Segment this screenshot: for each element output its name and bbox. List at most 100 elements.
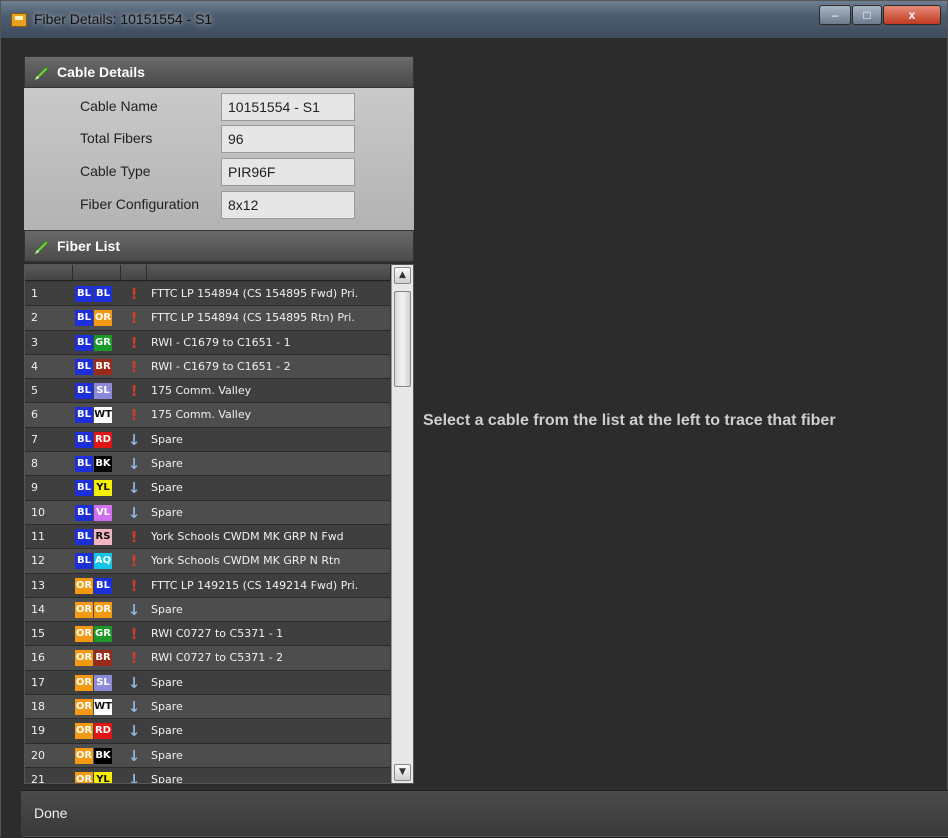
fiber-description: Spare (151, 772, 183, 784)
fiber-row[interactable]: 3 BL GR! RWI - C1679 to C1651 - 1 (25, 330, 390, 355)
fiber-color-chip: GR (94, 334, 112, 351)
tube-color-chip: BL (75, 286, 93, 302)
scroll-thumb[interactable] (394, 291, 411, 387)
fiber-color-chips: BL RD (75, 431, 113, 448)
fiber-color-chip: BL (94, 286, 112, 302)
scroll-down-button[interactable]: ▼ (394, 764, 411, 781)
column-header-number[interactable] (25, 265, 73, 281)
fiber-list-grid[interactable]: 1 BL BL! FTTC LP 154894 (CS 154895 Fwd) Pri… (24, 264, 414, 784)
close-button[interactable]: x (883, 5, 941, 25)
fiber-row[interactable]: 18 OR WT ↓ Spare (25, 695, 390, 720)
fiber-configuration-field[interactable]: 8x12 (221, 191, 355, 219)
fiber-row[interactable]: 7 BL RD ↓ Spare (25, 427, 390, 453)
tube-color-chip: OR (75, 699, 93, 716)
scroll-up-button[interactable]: ▲ (394, 267, 411, 284)
fiber-row[interactable]: 6 BL WT! 175 Comm. Valley (25, 403, 390, 428)
tube-color-chip: OR (75, 747, 93, 764)
down-arrow-icon: ↓ (127, 673, 141, 692)
column-header-colors[interactable] (73, 265, 121, 281)
fiber-row[interactable]: 20 OR BK ↓ Spare (25, 743, 390, 768)
tube-color-chip: BL (75, 553, 93, 570)
fiber-color-chip: BL (94, 577, 112, 594)
fiber-row[interactable]: 2 BL OR! FTTC LP 154894 (CS 154895 Rtn) Pri… (25, 306, 390, 331)
fiber-row[interactable]: 15 OR GR! RWI C0727 to C5371 - 1 (25, 622, 390, 647)
fiber-number: 17 (31, 675, 45, 689)
pin-icon: ! (130, 552, 138, 571)
fiber-number: 9 (31, 481, 38, 495)
pin-icon: ! (130, 309, 138, 328)
fiber-row[interactable]: 8 BL BK ↓ Spare (25, 452, 390, 477)
fiber-list-header: Fiber List (24, 230, 414, 262)
fiber-color-chips: OR BK (75, 747, 113, 764)
fiber-row[interactable]: 14 OR OR ↓ Spare (25, 597, 390, 623)
fiber-description: Spare (151, 724, 183, 738)
pin-icon: ! (130, 357, 138, 376)
fiber-row[interactable]: 5 BL SL! 175 Comm. Valley (25, 379, 390, 404)
tube-color-chip: OR (75, 723, 93, 740)
minimize-button[interactable]: – (819, 5, 851, 25)
fiber-color-chip: BK (94, 456, 112, 473)
fiber-number: 21 (31, 772, 45, 784)
fiber-color-chip: OR (94, 601, 112, 618)
fiber-color-chips: BL WT (75, 407, 113, 424)
fiber-color-chips: OR OR (75, 601, 113, 618)
fiber-color-chips: BL SL (75, 383, 113, 400)
fiber-color-chip: OR (94, 310, 112, 327)
fiber-row[interactable]: 16 OR BR! RWI C0727 to C5371 - 2 (25, 646, 390, 671)
fiber-row[interactable]: 21 OR YL ↓ Spare (25, 767, 390, 784)
fiber-color-chips: OR SL (75, 674, 113, 691)
total-fibers-field[interactable]: 96 (221, 125, 355, 153)
cable-details-header: Cable Details (24, 56, 414, 88)
tube-color-chip: BL (75, 456, 93, 473)
maximize-button[interactable]: □ (852, 5, 882, 25)
fiber-description: Spare (151, 505, 183, 519)
fiber-number: 4 (31, 359, 38, 373)
fiber-row[interactable]: 1 BL BL! FTTC LP 154894 (CS 154895 Fwd) Pri… (25, 282, 390, 307)
fiber-row[interactable]: 4 BL BR! RWI - C1679 to C1651 - 2 (25, 354, 390, 380)
window-title: Fiber Details: 10151554 - S1 (34, 11, 213, 27)
tube-color-chip: BL (75, 504, 93, 521)
fiber-number: 8 (31, 457, 38, 471)
fiber-color-chips: OR GR (75, 626, 113, 643)
tube-color-chip: OR (75, 650, 93, 667)
fiber-description: FTTC LP 154894 (CS 154895 Rtn) Pri. (151, 311, 355, 325)
fiber-row[interactable]: 9 BL YL ↓ Spare (25, 476, 390, 501)
fiber-number: 11 (31, 529, 45, 543)
fiber-description: FTTC LP 149215 (CS 149214 Fwd) Pri. (151, 578, 359, 592)
pencil-icon (33, 240, 49, 256)
fiber-color-chip: VL (94, 504, 112, 521)
fiber-row[interactable]: 10 BL VL ↓ Spare (25, 500, 390, 525)
fiber-row[interactable]: 13 OR BL! FTTC LP 149215 (CS 149214 Fwd) Pr… (25, 573, 390, 598)
fiber-description: York Schools CWDM MK GRP N Fwd (151, 529, 344, 543)
fiber-color-chip: BR (94, 358, 112, 375)
column-header-description[interactable] (147, 265, 391, 281)
pin-icon: ! (130, 576, 138, 595)
vertical-scrollbar[interactable]: ▲ ▼ (391, 265, 413, 783)
fiber-description: Spare (151, 675, 183, 689)
fiber-number: 13 (31, 578, 45, 592)
title-bar[interactable]: Fiber Details: 10151554 - S1 – □ x (1, 1, 947, 39)
pin-icon: ! (130, 333, 138, 352)
cable-name-row: Cable Name 10151554 - S1 (24, 92, 414, 122)
cable-type-field[interactable]: PIR96F (221, 158, 355, 186)
tube-color-chip: BL (75, 334, 93, 351)
fiber-color-chip: BK (94, 747, 112, 764)
fiber-row[interactable]: 17 OR SL ↓ Spare (25, 670, 390, 696)
fiber-color-chip: SL (94, 674, 112, 691)
fiber-row[interactable]: 19 OR RD ↓ Spare (25, 719, 390, 744)
fiber-description: RWI - C1679 to C1651 - 2 (151, 359, 291, 373)
tube-color-chip: OR (75, 577, 93, 594)
total-fibers-label: Total Fibers (80, 130, 153, 146)
cable-name-field[interactable]: 10151554 - S1 (221, 93, 355, 121)
pin-icon: ! (130, 625, 138, 644)
fiber-color-chip: BR (94, 650, 112, 667)
fiber-color-chips: BL RS (75, 528, 113, 545)
fiber-row[interactable]: 11 BL RS! York Schools CWDM MK GRP N Fwd (25, 524, 390, 550)
fiber-row[interactable]: 12 BL AQ! York Schools CWDM MK GRP N Rtn (25, 549, 390, 574)
fiber-configuration-row: Fiber Configuration 8x12 (24, 190, 414, 220)
tube-color-chip: BL (75, 358, 93, 375)
tube-color-chip: BL (75, 528, 93, 545)
column-header-status[interactable] (121, 265, 147, 281)
fiber-color-chips: BL AQ (75, 553, 113, 570)
fiber-color-chip: AQ (94, 553, 112, 570)
